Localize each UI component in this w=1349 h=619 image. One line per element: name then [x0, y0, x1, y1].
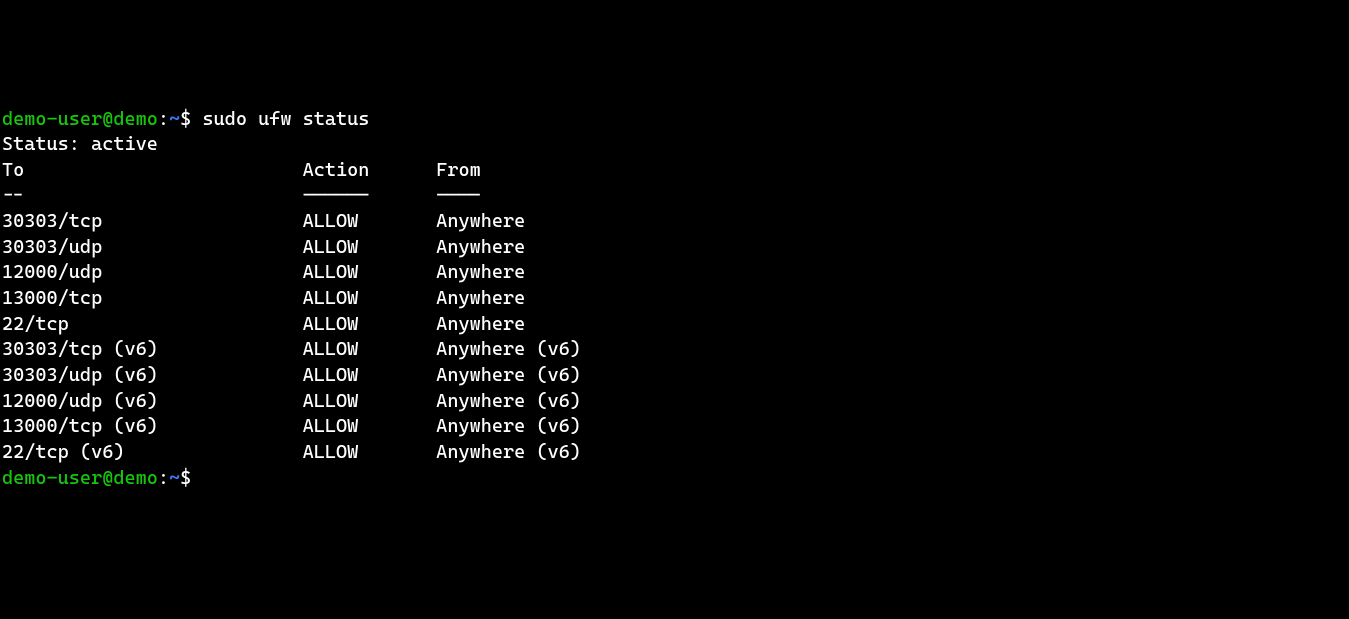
table-row: 30303/tcp (v6) ALLOW Anywhere (v6) — [2, 337, 1347, 363]
table-row: 12000/udp (v6) ALLOW Anywhere (v6) — [2, 389, 1347, 415]
prompt-path: ~ — [169, 467, 180, 489]
prompt-colon: : — [158, 108, 169, 130]
prompt-user-host: demo-user@demo — [2, 467, 158, 489]
prompt-user-host: demo-user@demo — [2, 108, 158, 130]
table-row: 13000/tcp ALLOW Anywhere — [2, 286, 1347, 312]
table-divider: -- ------ ---- — [2, 183, 1347, 209]
table-row: 30303/udp ALLOW Anywhere — [2, 235, 1347, 261]
table-row: 30303/tcp ALLOW Anywhere — [2, 209, 1347, 235]
command-text: sudo ufw status — [191, 108, 369, 130]
table-row: 22/tcp (v6) ALLOW Anywhere (v6) — [2, 440, 1347, 466]
table-row: 22/tcp ALLOW Anywhere — [2, 312, 1347, 338]
prompt-dollar: $ — [180, 108, 191, 130]
table-row: 12000/udp ALLOW Anywhere — [2, 260, 1347, 286]
table-header: To Action From — [2, 158, 1347, 184]
table-row: 30303/udp (v6) ALLOW Anywhere (v6) — [2, 363, 1347, 389]
prompt-dollar: $ — [180, 467, 191, 489]
prompt-path: ~ — [169, 108, 180, 130]
prompt-line: demo-user@demo:~$ — [2, 466, 1347, 492]
prompt-colon: : — [158, 467, 169, 489]
status-line: Status: active — [2, 132, 1347, 158]
table-row: 13000/tcp (v6) ALLOW Anywhere (v6) — [2, 414, 1347, 440]
terminal-output[interactable]: demo-user@demo:~$ sudo ufw statusStatus:… — [2, 107, 1347, 492]
command-line: demo-user@demo:~$ sudo ufw status — [2, 107, 1347, 133]
